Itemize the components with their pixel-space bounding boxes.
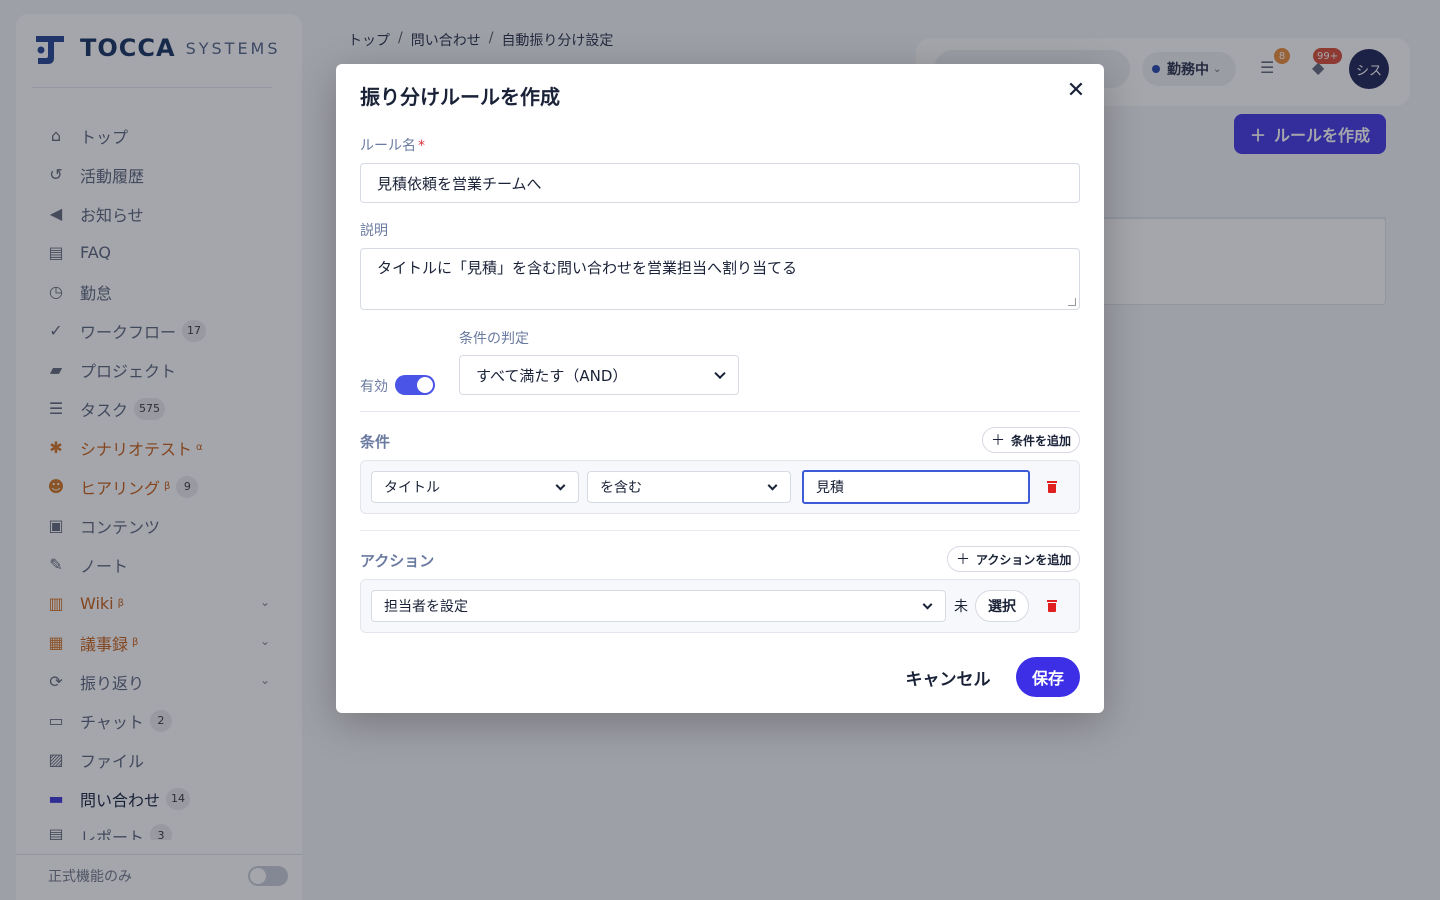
modal-title: 振り分けルールを作成 <box>360 85 560 109</box>
condition-operator-select[interactable]: を含む <box>587 471 791 503</box>
condition-field-value: タイトル <box>384 480 440 496</box>
rule-name-label: ルール名 * <box>360 135 425 155</box>
plus-icon: ＋ <box>991 433 1005 449</box>
action-type-value: 担当者を設定 <box>384 599 468 615</box>
condition-judge-select[interactable]: すべて満たす（AND） <box>459 355 739 395</box>
condition-field-select[interactable]: タイトル <box>371 471 579 503</box>
select-assignee-button[interactable]: 選択 <box>975 590 1029 622</box>
chevron-down-icon <box>767 480 778 491</box>
save-button[interactable]: 保存 <box>1016 657 1080 697</box>
cancel-button[interactable]: キャンセル <box>896 660 1000 694</box>
conditions-title: 条件 <box>360 433 391 451</box>
close-icon[interactable]: ✕ <box>1064 78 1088 103</box>
chevron-down-icon <box>555 480 566 491</box>
description-textarea[interactable]: タイトルに「見積」を含む問い合わせを営業担当へ割り当てる <box>360 248 1080 310</box>
resize-handle[interactable] <box>1068 298 1076 306</box>
actions-title: アクション <box>360 552 435 570</box>
condition-value-input[interactable]: 見積 <box>802 470 1030 504</box>
required-mark: * <box>418 138 425 154</box>
description-text: タイトルに「見積」を含む問い合わせを営業担当へ割り当てる <box>377 259 798 277</box>
add-action-label: アクションを追加 <box>976 552 1072 567</box>
add-condition-button[interactable]: ＋ 条件を追加 <box>982 427 1081 453</box>
create-rule-modal: 振り分けルールを作成 ✕ ルール名 * 見積依頼を営業チームへ 説明 タイトルに「… <box>336 64 1104 713</box>
add-action-button[interactable]: ＋ アクションを追加 <box>947 546 1081 572</box>
description-label: 説明 <box>360 223 388 239</box>
rule-name-input[interactable]: 見積依頼を営業チームへ <box>360 163 1080 203</box>
enabled-label: 有効 <box>360 379 388 395</box>
rule-name-label-text: ルール名 <box>360 138 416 154</box>
add-condition-label: 条件を追加 <box>1011 433 1072 448</box>
delete-action-trash-icon[interactable] <box>1044 598 1060 614</box>
chevron-down-icon <box>922 599 933 610</box>
chevron-down-icon <box>714 367 726 380</box>
condition-operator-value: を含む <box>600 480 642 496</box>
condition-judge-label: 条件の判定 <box>459 331 529 347</box>
action-type-select[interactable]: 担当者を設定 <box>371 590 946 622</box>
plus-icon: ＋ <box>956 552 970 568</box>
section-divider <box>360 411 1080 412</box>
delete-condition-trash-icon[interactable] <box>1044 479 1060 495</box>
enabled-toggle[interactable] <box>395 375 435 395</box>
condition-judge-value: すべて満たす（AND） <box>476 366 628 385</box>
assignee-unset-text: 未 <box>954 599 968 615</box>
section-divider <box>360 530 1080 531</box>
